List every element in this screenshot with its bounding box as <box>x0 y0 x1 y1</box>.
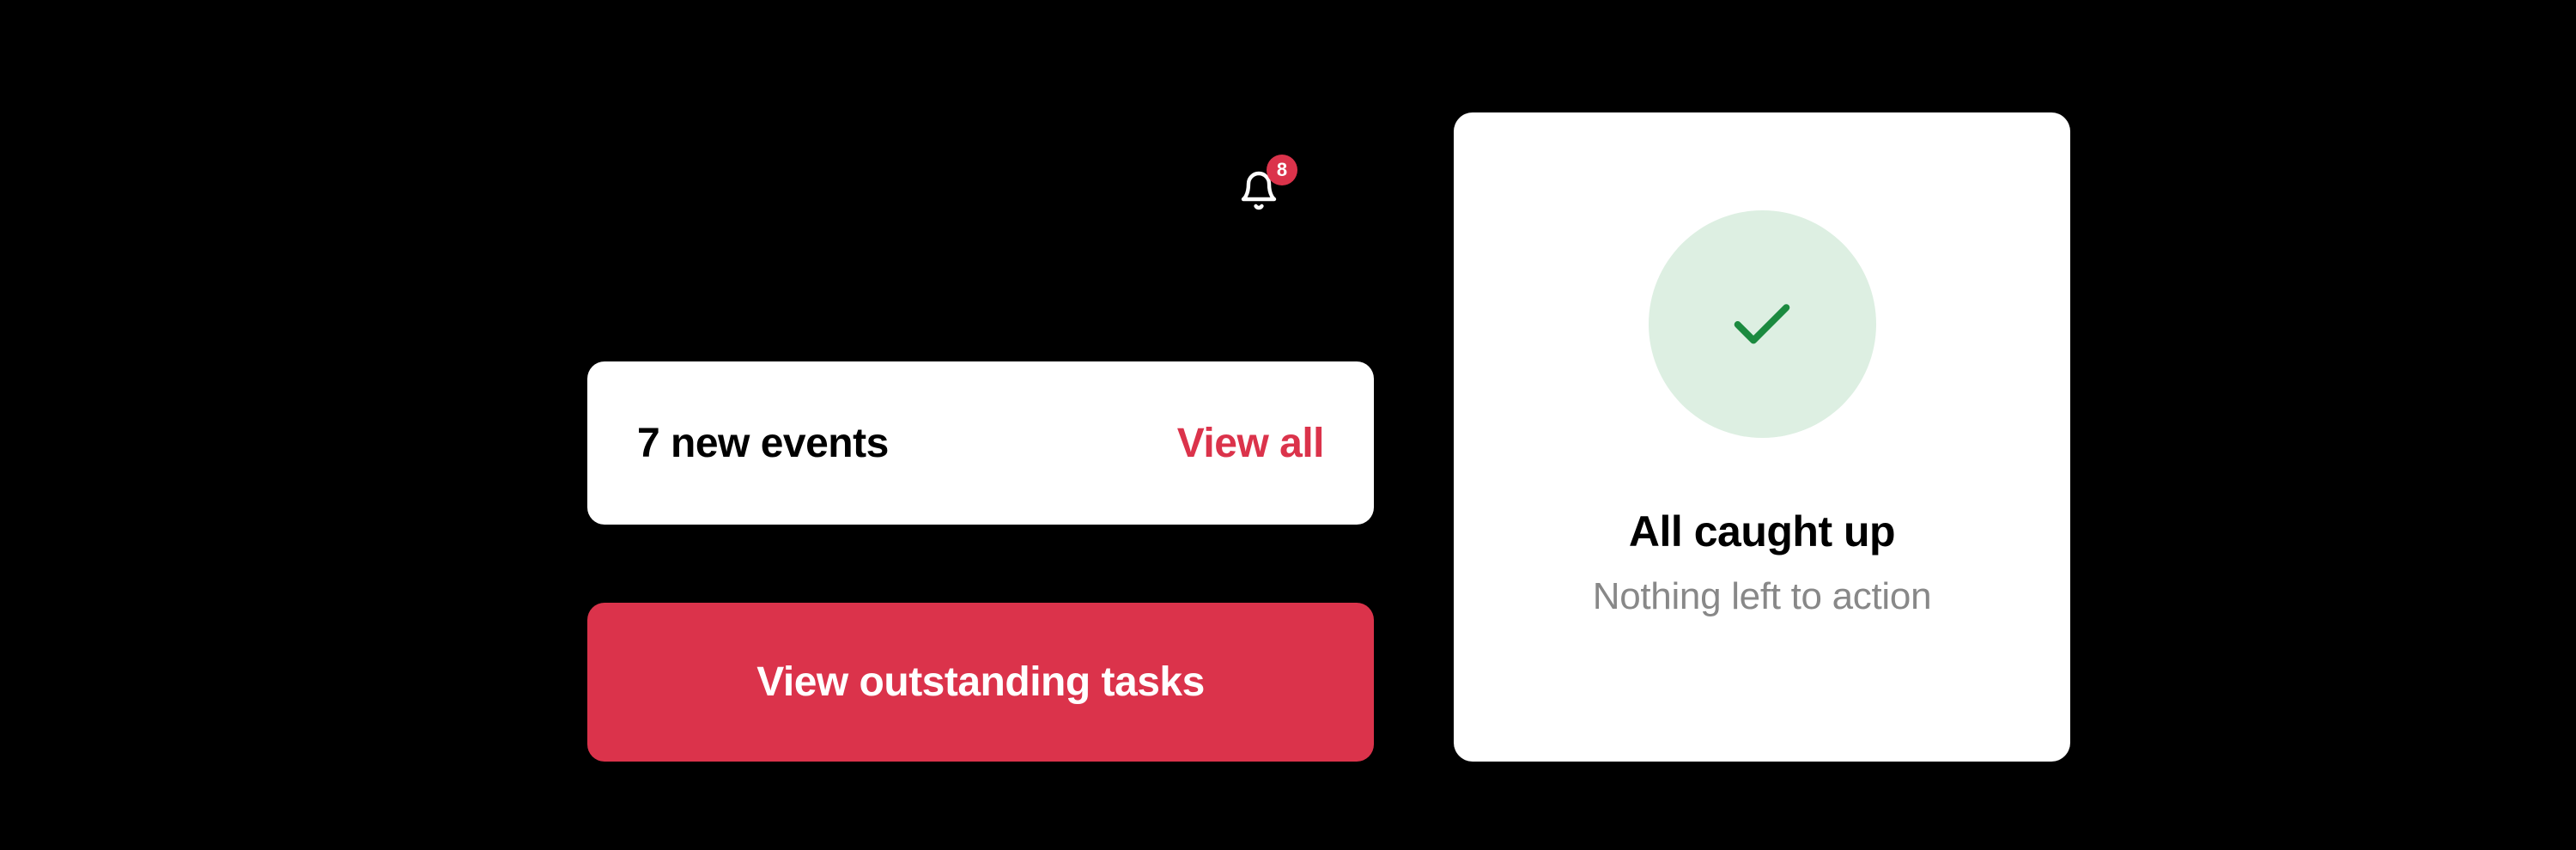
tasks-button-label: View outstanding tasks <box>756 659 1205 706</box>
caught-up-title: All caught up <box>1629 507 1895 556</box>
checkmark-icon <box>1733 301 1791 348</box>
notification-badge-count: 8 <box>1277 159 1287 181</box>
caught-up-subtitle: Nothing left to action <box>1593 575 1932 618</box>
notification-bell[interactable]: 8 <box>1237 156 1297 216</box>
notification-badge: 8 <box>1267 155 1297 185</box>
check-circle <box>1649 210 1876 438</box>
events-title: 7 new events <box>637 420 889 467</box>
events-panel: 7 new events View all <box>587 361 1374 525</box>
view-all-link[interactable]: View all <box>1177 420 1324 467</box>
view-outstanding-tasks-button[interactable]: View outstanding tasks <box>587 603 1374 762</box>
caught-up-card: All caught up Nothing left to action <box>1454 112 2070 762</box>
